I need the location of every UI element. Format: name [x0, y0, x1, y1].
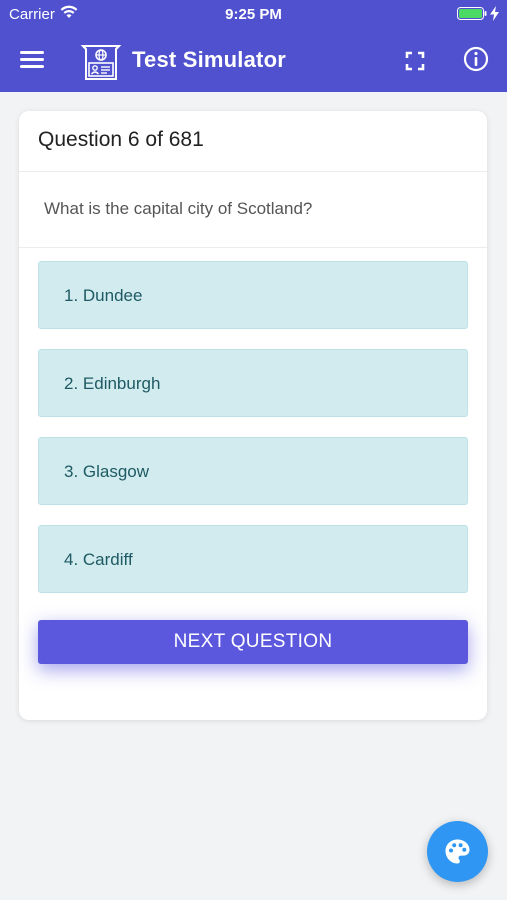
answer-option-2[interactable]: 2. Edinburgh — [38, 349, 468, 417]
logo-icon — [80, 45, 122, 80]
theme-fab-button[interactable] — [427, 821, 488, 882]
fullscreen-button[interactable] — [400, 46, 430, 76]
answer-option-3[interactable]: 3. Glasgow — [38, 437, 468, 505]
menu-button[interactable] — [14, 44, 50, 74]
menu-icon — [20, 51, 44, 68]
question-card: Question 6 of 681 What is the capital ci… — [19, 111, 487, 720]
question-text: What is the capital city of Scotland? — [19, 172, 487, 248]
charging-icon — [490, 6, 499, 21]
battery-icon — [457, 7, 487, 20]
question-counter: Question 6 of 681 — [19, 111, 487, 172]
next-question-button[interactable]: NEXT QUESTION — [38, 620, 468, 664]
app-title: Test Simulator — [132, 47, 286, 72]
answer-list: 1. Dundee 2. Edinburgh 3. Glasgow 4. Car… — [38, 261, 468, 613]
answer-option-1[interactable]: 1. Dundee — [38, 261, 468, 329]
status-time: 9:25 PM — [225, 6, 282, 23]
answer-option-4[interactable]: 4. Cardiff — [38, 525, 468, 593]
fullscreen-icon — [405, 51, 425, 71]
screen: Carrier 9:25 PM Test Simulator Question … — [0, 0, 507, 900]
status-bar: Carrier 9:25 PM — [0, 0, 507, 28]
palette-icon — [445, 839, 470, 864]
header: Carrier 9:25 PM Test Simulator — [0, 0, 507, 92]
info-icon — [463, 46, 489, 72]
info-button[interactable] — [461, 44, 491, 74]
app-bar: Test Simulator — [0, 28, 507, 92]
